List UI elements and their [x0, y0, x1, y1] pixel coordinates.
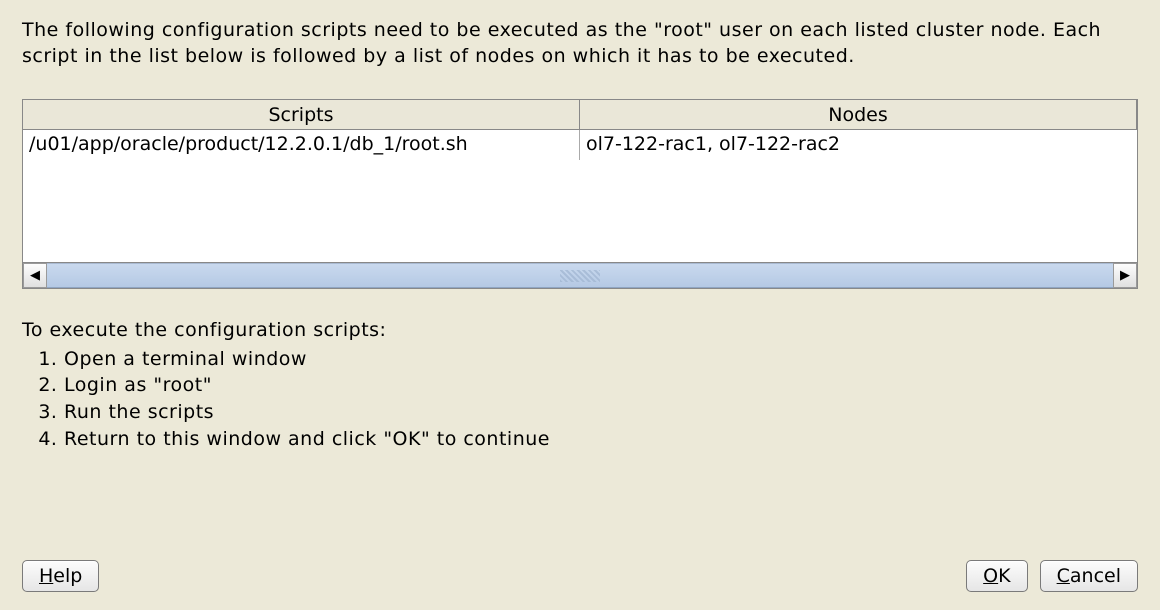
col-header-scripts[interactable]: Scripts [23, 100, 580, 130]
cell-script[interactable]: /u01/app/oracle/product/12.2.0.1/db_1/ro… [23, 130, 580, 160]
help-button[interactable]: Help [22, 560, 99, 592]
instruction-step: Login as "root" [64, 372, 1138, 399]
cancel-rest: ancel [1070, 565, 1121, 587]
ok-button[interactable]: OK [966, 560, 1027, 592]
ok-mnemonic: O [983, 565, 998, 587]
instructions-list: Open a terminal window Login as "root" R… [64, 346, 1138, 452]
instruction-step: Return to this window and click "OK" to … [64, 426, 1138, 453]
help-mnemonic: H [39, 565, 53, 587]
instructions-lead: To execute the configuration scripts: [22, 317, 1138, 344]
instruction-step: Run the scripts [64, 399, 1138, 426]
cancel-mnemonic: C [1057, 565, 1070, 587]
help-rest: elp [53, 565, 82, 587]
instructions-block: To execute the configuration scripts: Op… [22, 317, 1138, 452]
intro-text: The following configuration scripts need… [22, 18, 1138, 69]
scripts-table: Scripts Nodes /u01/app/oracle/product/12… [22, 99, 1138, 289]
cancel-button[interactable]: Cancel [1040, 560, 1138, 592]
col-header-nodes[interactable]: Nodes [580, 100, 1137, 130]
instruction-step: Open a terminal window [64, 346, 1138, 373]
ok-rest: K [998, 565, 1010, 587]
scroll-left-button[interactable]: ◀ [23, 263, 47, 288]
horizontal-scrollbar[interactable]: ◀ ▶ [23, 262, 1137, 288]
scroll-track[interactable] [47, 263, 1113, 288]
scroll-right-button[interactable]: ▶ [1113, 263, 1137, 288]
dialog-button-row: Help OK Cancel [22, 540, 1138, 592]
cell-nodes[interactable]: ol7-122-rac1, ol7-122-rac2 [580, 130, 1137, 160]
scripts-grid: Scripts Nodes /u01/app/oracle/product/12… [23, 100, 1137, 262]
